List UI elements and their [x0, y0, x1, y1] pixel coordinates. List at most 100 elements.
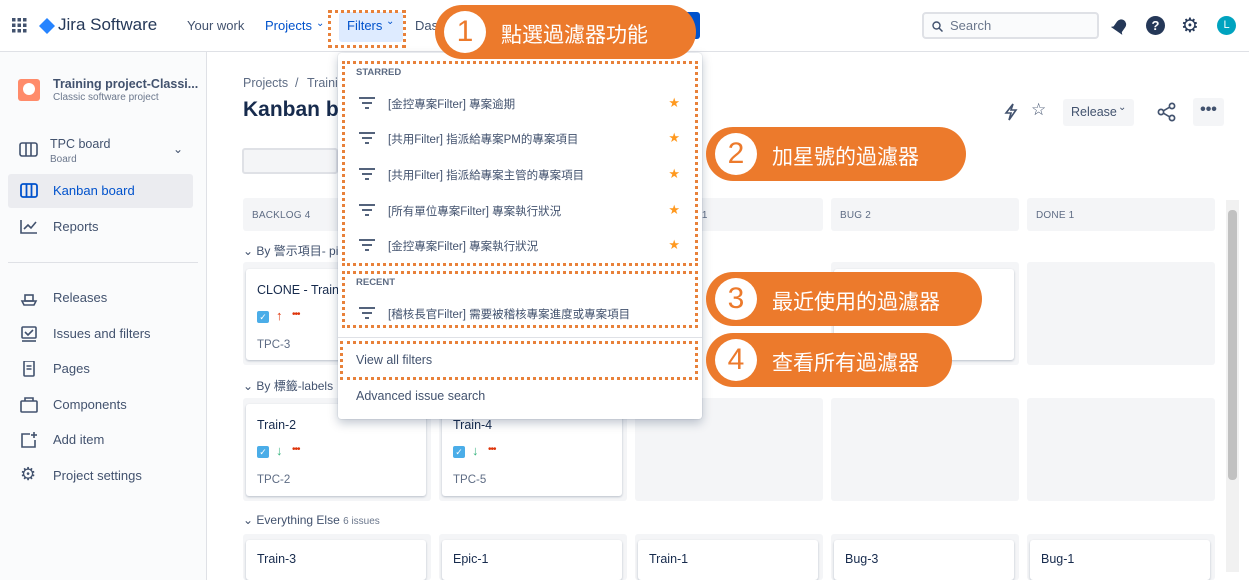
annotation-text: 加星號的過濾器 — [772, 145, 919, 169]
priority-low-icon: ↓ — [472, 443, 479, 458]
status-dots-icon: ••• — [488, 444, 496, 455]
nav-your-work[interactable]: Your work — [187, 18, 244, 33]
swimlane-label: Everything Else — [256, 513, 340, 527]
issue-card[interactable]: Train-3 — [246, 540, 426, 580]
card-title: Bug-3 — [845, 552, 879, 566]
sidebar-item-add-item[interactable]: Add item — [0, 423, 207, 457]
lane-cell — [1027, 262, 1215, 365]
annotation-number: 1 — [444, 11, 486, 53]
add-item-icon — [21, 432, 37, 448]
sidebar-item-label: Issues and filters — [53, 326, 151, 341]
sidebar-item-components[interactable]: Components — [0, 388, 207, 422]
issue-card[interactable]: Bug-1 — [1030, 540, 1210, 580]
sidebar-item-releases[interactable]: Releases — [0, 281, 207, 315]
issue-card[interactable]: Epic-1 — [442, 540, 622, 580]
priority-low-icon: ↓ — [276, 443, 283, 458]
sidebar-item-kanban-board[interactable]: Kanban board — [8, 174, 193, 208]
sidebar-item-project-settings[interactable]: ⚙ Project settings — [0, 459, 207, 493]
chevron-down-icon[interactable]: ⌄ — [173, 142, 183, 156]
sidebar-item-reports[interactable]: Reports — [0, 210, 207, 244]
annotation-box-filters — [328, 10, 406, 48]
issue-card[interactable]: Bug-3 — [834, 540, 1014, 580]
column-header-done: DONE 1 — [1027, 198, 1215, 231]
column-header-label: BUG 2 — [840, 210, 872, 221]
column-header-label: BACKLOG 4 — [252, 210, 311, 221]
board-name[interactable]: TPC board — [50, 137, 110, 151]
breadcrumb-projects[interactable]: Projects — [243, 76, 288, 90]
gear-icon[interactable]: ⚙ — [1181, 13, 1199, 38]
component-icon — [20, 397, 38, 413]
issue-card[interactable]: CLONE - Train- ✓ ↑ ••• TPC-3 — [246, 269, 350, 360]
column-header-label: DONE 1 — [1036, 210, 1075, 221]
nav-projects[interactable]: Projects — [265, 18, 312, 33]
avatar[interactable]: L — [1217, 16, 1236, 35]
star-icon[interactable]: ☆ — [1031, 100, 1046, 120]
annotation-text: 最近使用的過濾器 — [772, 290, 940, 314]
swimlane-label: By 標籤-labels — [256, 379, 334, 393]
card-key: TPC-5 — [453, 474, 487, 486]
sidebar-item-label: Pages — [53, 361, 90, 376]
chevron-down-icon: ⌄ — [1118, 102, 1127, 113]
task-type-icon: ✓ — [453, 446, 465, 458]
page-icon — [23, 361, 35, 377]
card-title: Epic-1 — [453, 552, 489, 566]
board-icon — [20, 183, 38, 198]
column-header-bug: BUG 2 — [831, 198, 1019, 231]
project-type: Classic software project — [53, 92, 159, 103]
breadcrumb-separator: / — [295, 76, 299, 90]
scrollbar-thumb[interactable] — [1228, 210, 1237, 480]
card-title: Train-1 — [649, 552, 689, 566]
help-icon[interactable]: ? — [1146, 16, 1165, 35]
notification-bell-icon[interactable] — [1111, 17, 1129, 35]
ship-icon — [20, 294, 38, 306]
chart-icon — [20, 220, 37, 234]
swimlane-header[interactable]: ⌄ By 警示項目- pi — [243, 242, 338, 259]
breadcrumb-project[interactable]: Traini — [307, 76, 338, 90]
advanced-issue-search-link[interactable]: Advanced issue search — [356, 389, 485, 403]
swimlane-label: By 警示項目- pi — [256, 244, 339, 258]
board-search-input[interactable] — [242, 148, 338, 174]
more-actions-button[interactable]: ••• — [1193, 98, 1224, 126]
sidebar-item-label: Components — [53, 397, 127, 412]
chevron-down-icon: ⌄ — [316, 18, 325, 29]
search-input[interactable]: Search — [922, 12, 1099, 39]
share-icon[interactable] — [1157, 102, 1177, 122]
lightning-icon[interactable] — [1003, 103, 1019, 121]
annotation-box-starred — [342, 61, 698, 266]
card-title: Bug-1 — [1041, 552, 1075, 566]
project-name[interactable]: Training project-Classi... — [53, 77, 198, 91]
vertical-scrollbar[interactable] — [1226, 200, 1239, 572]
jira-logo-icon — [39, 18, 55, 34]
swimlane-header[interactable]: ⌄ By 標籤-labels — [243, 377, 333, 394]
annotation-box-view-all — [340, 341, 698, 380]
search-placeholder: Search — [950, 18, 992, 33]
column-header-in-progress: S 1 — [692, 198, 823, 231]
annotation-callout-4: 4 查看所有過濾器 — [706, 333, 952, 387]
annotation-number: 3 — [715, 278, 757, 320]
annotation-box-recent — [342, 271, 698, 328]
card-key: TPC-3 — [257, 339, 291, 351]
sidebar-item-label: Reports — [53, 219, 99, 234]
card-title: CLONE - Train- — [257, 283, 344, 297]
sidebar-item-label: Add item — [53, 432, 105, 447]
gear-icon: ⚙ — [20, 464, 37, 484]
board-sub: Board — [50, 154, 77, 165]
issues-icon — [21, 326, 37, 342]
annotation-callout-3: 3 最近使用的過濾器 — [706, 272, 982, 326]
annotation-callout-2: 2 加星號的過濾器 — [706, 127, 966, 181]
status-dots-icon: ••• — [292, 444, 300, 455]
sidebar-item-pages[interactable]: Pages — [0, 352, 207, 386]
sidebar-item-label: Releases — [53, 290, 108, 305]
release-button[interactable]: Release ⌄ — [1063, 99, 1134, 126]
logo-text[interactable]: Jira Software — [58, 15, 157, 35]
status-dots-icon: ••• — [292, 309, 300, 320]
sidebar-item-label: Project settings — [53, 468, 142, 483]
sidebar-item-issues-and-filters[interactable]: Issues and filters — [0, 317, 207, 351]
page-title: Kanban bo — [243, 98, 352, 121]
app-switcher-icon[interactable] — [12, 18, 27, 33]
annotation-callout-1: 1 點選過濾器功能 — [435, 5, 696, 59]
card-key: TPC-2 — [257, 474, 291, 486]
release-label: Release — [1071, 105, 1117, 119]
swimlane-header[interactable]: ⌄ Everything Else 6 issues — [243, 513, 380, 527]
issue-card[interactable]: Train-1 — [638, 540, 818, 580]
